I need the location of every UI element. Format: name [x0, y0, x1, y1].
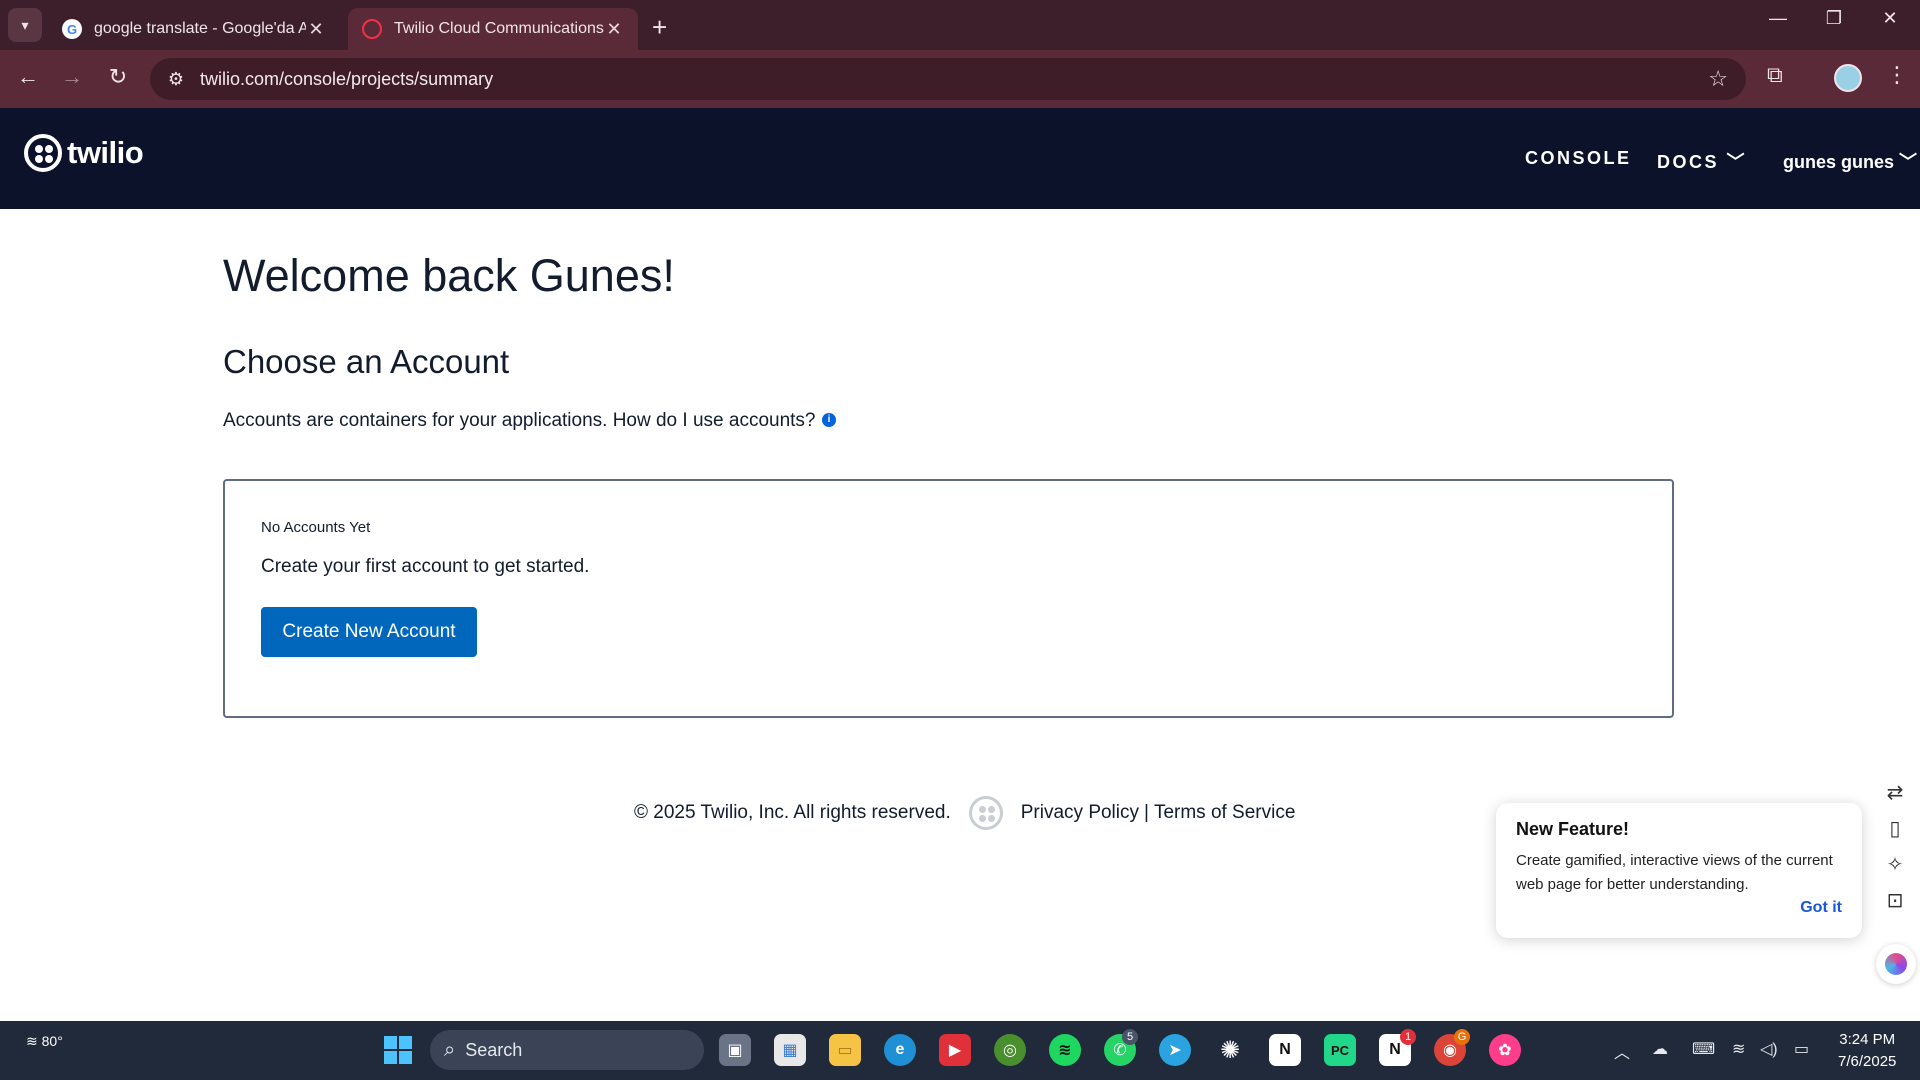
pycharm-icon[interactable]: PC [1324, 1034, 1356, 1066]
windows-start-icon[interactable] [382, 1034, 414, 1066]
no-accounts-label: No Accounts Yet [261, 519, 371, 536]
browser-tabstrip: ▾ G google translate - Google'da Ar ✕ Tw… [0, 0, 1920, 50]
battery-icon[interactable]: ▭ [1794, 1039, 1809, 1059]
logo-text: twilio [67, 135, 144, 170]
volume-icon[interactable]: ◁) [1760, 1039, 1778, 1059]
url-text: twilio.com/console/projects/summary [200, 68, 494, 89]
tab-twilio[interactable]: Twilio Cloud Communications | ✕ [348, 8, 638, 50]
keyboard-icon[interactable]: ⌨ [1692, 1039, 1715, 1059]
translate-icon[interactable]: ⇄ [1880, 780, 1910, 816]
site-settings-icon[interactable]: ⚙ [164, 69, 188, 90]
weather-temp: 80° [41, 1033, 63, 1049]
user-menu[interactable]: gunes gunes ﹀ [1783, 148, 1917, 174]
nav-console[interactable]: CONSOLE [1525, 148, 1632, 169]
copyright-text: © 2025 Twilio, Inc. All rights reserved. [634, 802, 951, 823]
assistant-orb-icon[interactable] [1876, 944, 1916, 984]
bookmark-add-icon[interactable]: ⊡ [1880, 888, 1910, 924]
google-favicon-icon: G [62, 19, 82, 39]
onedrive-icon[interactable]: ☁ [1652, 1039, 1668, 1059]
back-arrow-icon[interactable]: ← [12, 64, 44, 90]
close-window-icon[interactable]: ✕ [1870, 8, 1910, 29]
weather-icon: ≋ [26, 1033, 38, 1049]
browser-menu-icon[interactable]: ⋮ [1886, 62, 1908, 88]
notion-badge: 1 [1400, 1029, 1416, 1045]
extensions-puzzle-icon[interactable]: ⧉ [1767, 62, 1783, 88]
clock-date: 7/6/2025 [1838, 1053, 1897, 1070]
info-icon[interactable]: i [822, 413, 836, 427]
forward-arrow-icon[interactable]: → [56, 64, 88, 90]
tab-title: Twilio Cloud Communications | [394, 20, 604, 37]
page-footer: © 2025 Twilio, Inc. All rights reserved.… [634, 793, 1295, 833]
user-name: gunes gunes [1783, 152, 1895, 172]
got-it-button[interactable]: Got it [1800, 899, 1842, 917]
file-explorer-icon[interactable]: ▭ [829, 1034, 861, 1066]
bookmark-star-icon[interactable]: ☆ [1708, 66, 1728, 92]
terms-of-service-link[interactable]: Terms of Service [1154, 802, 1295, 824]
section-heading: Choose an Account [223, 343, 510, 380]
twilio-logo[interactable]: twilio [24, 134, 144, 172]
new-feature-popup: New Feature! Create gamified, interactiv… [1496, 803, 1862, 938]
profile-avatar-icon[interactable] [1834, 64, 1862, 92]
whatsapp-badge: 5 [1122, 1029, 1138, 1045]
twilio-favicon-icon [362, 19, 382, 39]
spotify-icon[interactable]: ≋ [1049, 1034, 1081, 1066]
notion-icon[interactable]: N [1269, 1034, 1301, 1066]
reload-icon[interactable]: ↻ [102, 64, 134, 90]
privacy-policy-link[interactable]: Privacy Policy [1021, 802, 1139, 824]
browser-toolbar: ← → ↻ ⚙ twilio.com/console/projects/summ… [0, 50, 1920, 108]
footer-separator: | [1144, 802, 1149, 823]
tray-overflow-chevron-icon[interactable]: ︿ [1614, 1039, 1630, 1063]
clock-time: 3:24 PM [1839, 1031, 1896, 1048]
nav-docs[interactable]: DOCS ﹀ [1657, 148, 1745, 174]
create-account-prompt: Create your first account to get started… [261, 556, 590, 577]
system-clock[interactable]: 3:24 PM 7/6/2025 [1838, 1029, 1896, 1073]
popup-title: New Feature! [1516, 819, 1630, 839]
telegram-icon[interactable]: ➤ [1159, 1034, 1191, 1066]
weather-widget[interactable]: ≋ 80° [26, 1033, 63, 1050]
site-header: twilio CONSOLE DOCS ﹀ gunes gunes ﹀ [0, 108, 1920, 209]
tab-search-chevron-icon[interactable]: ▾ [8, 8, 42, 42]
address-bar[interactable]: ⚙ twilio.com/console/projects/summary ☆ [150, 58, 1746, 100]
page-title: Welcome back Gunes! [223, 250, 675, 301]
restore-icon[interactable]: ❐ [1814, 8, 1854, 29]
tab-google-translate[interactable]: G google translate - Google'da Ar ✕ [48, 8, 340, 50]
twilio-footer-logo-icon [968, 796, 1003, 830]
taskbar-search-label: Search [465, 1039, 523, 1060]
chevron-down-icon: ﹀ [1726, 152, 1745, 172]
book-icon[interactable]: ▯ [1880, 816, 1910, 852]
chrome-badge: G [1454, 1029, 1470, 1045]
media-app-icon[interactable]: ▶ [939, 1034, 971, 1066]
extension-side-toolbar: ⇄ ▯ ✧ ⊡ [1880, 780, 1910, 924]
flower-app-icon[interactable]: ✿ [1489, 1034, 1521, 1066]
popup-body: Create gamified, interactive views of th… [1516, 852, 1833, 893]
wifi-icon[interactable]: ≋ [1732, 1039, 1745, 1059]
new-tab-plus-icon[interactable]: + [652, 12, 667, 43]
taskbar-search[interactable]: ⌕ Search [430, 1030, 704, 1070]
minimize-icon[interactable]: — [1758, 8, 1798, 29]
taskbar: ≋ 80° ⌕ Search ▣ ▦ ▭ e ▶ ◎ ≋ ✆ 5 ➤ ✺ N P… [0, 1021, 1920, 1080]
sparkle-cursor-icon[interactable]: ✧ [1880, 852, 1910, 888]
chevron-down-icon: ﹀ [1899, 152, 1918, 172]
twilio-logo-mark-icon [24, 134, 62, 172]
microsoft-store-icon[interactable]: ▦ [774, 1034, 806, 1066]
accounts-panel: No Accounts Yet Create your first accoun… [223, 479, 1674, 718]
search-icon: ⌕ [444, 1038, 456, 1061]
nav-docs-label: DOCS [1657, 152, 1720, 172]
chatgpt-icon[interactable]: ✺ [1214, 1034, 1246, 1066]
tab-title: google translate - Google'da Ar [94, 20, 306, 37]
close-tab-icon[interactable]: ✕ [604, 19, 624, 40]
create-new-account-button[interactable]: Create New Account [261, 607, 477, 657]
chrome-profile-icon[interactable]: ◎ [994, 1034, 1026, 1066]
accounts-description: Accounts are containers for your applica… [223, 410, 816, 431]
task-view-icon[interactable]: ▣ [719, 1034, 751, 1066]
edge-browser-icon[interactable]: e [884, 1034, 916, 1066]
close-tab-icon[interactable]: ✕ [306, 19, 326, 40]
